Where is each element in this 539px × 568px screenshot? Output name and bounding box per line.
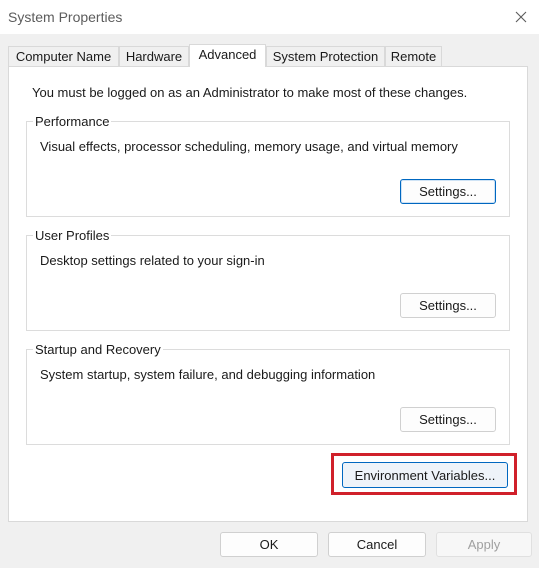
startup-recovery-description: System startup, system failure, and debu… xyxy=(40,367,376,382)
close-icon xyxy=(515,11,527,23)
close-button[interactable] xyxy=(503,0,539,34)
user-profiles-group: User Profiles Desktop settings related t… xyxy=(26,228,510,331)
performance-group: Performance Visual effects, processor sc… xyxy=(26,114,510,217)
cancel-button[interactable]: Cancel xyxy=(328,532,426,557)
performance-settings-button[interactable]: Settings... xyxy=(400,179,496,204)
user-profiles-legend: User Profiles xyxy=(33,228,112,243)
window-title: System Properties xyxy=(8,9,123,25)
tab-system-protection[interactable]: System Protection xyxy=(266,46,385,66)
performance-description: Visual effects, processor scheduling, me… xyxy=(40,139,458,154)
ok-button[interactable]: OK xyxy=(220,532,318,557)
user-profiles-settings-button[interactable]: Settings... xyxy=(400,293,496,318)
startup-recovery-group: Startup and Recovery System startup, sys… xyxy=(26,342,510,445)
tab-advanced[interactable]: Advanced xyxy=(189,44,266,67)
apply-button: Apply xyxy=(436,532,532,557)
user-profiles-description: Desktop settings related to your sign-in xyxy=(40,253,265,268)
tab-hardware[interactable]: Hardware xyxy=(119,46,189,66)
startup-recovery-settings-button[interactable]: Settings... xyxy=(400,407,496,432)
admin-note: You must be logged on as an Administrato… xyxy=(32,85,468,100)
title-bar: System Properties xyxy=(0,0,539,34)
environment-variables-button[interactable]: Environment Variables... xyxy=(342,462,508,488)
startup-recovery-legend: Startup and Recovery xyxy=(33,342,163,357)
tab-computer-name[interactable]: Computer Name xyxy=(8,46,119,66)
advanced-tab-panel: You must be logged on as an Administrato… xyxy=(8,66,528,522)
performance-legend: Performance xyxy=(33,114,112,129)
tab-remote[interactable]: Remote xyxy=(385,46,442,66)
